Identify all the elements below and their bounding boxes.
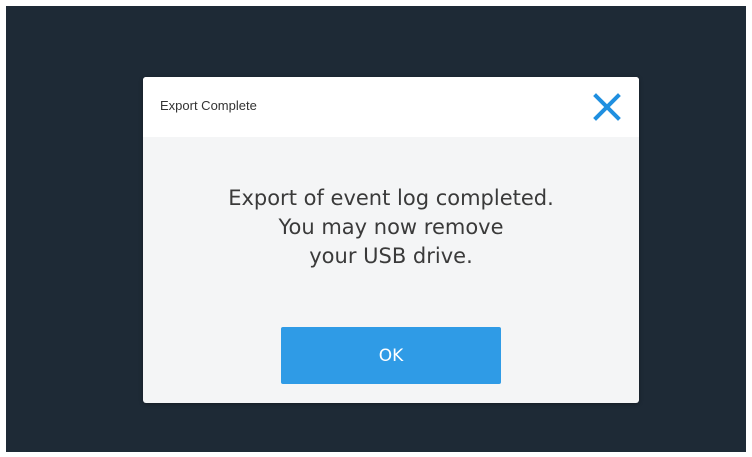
ok-button-label: OK (378, 345, 404, 366)
message-line: You may now remove (278, 215, 504, 239)
close-button[interactable] (587, 87, 627, 127)
export-complete-dialog: Export Complete Export of event log comp… (143, 77, 639, 403)
dialog-message: Export of event log completed. You may n… (143, 184, 639, 271)
message-line: Export of event log completed. (228, 186, 554, 210)
close-icon (593, 93, 621, 121)
screen-background: Export Complete Export of event log comp… (6, 6, 746, 452)
dialog-title: Export Complete (160, 98, 257, 113)
ok-button[interactable]: OK (281, 327, 501, 384)
message-line: your USB drive. (309, 244, 473, 268)
dialog-header: Export Complete (143, 77, 639, 137)
